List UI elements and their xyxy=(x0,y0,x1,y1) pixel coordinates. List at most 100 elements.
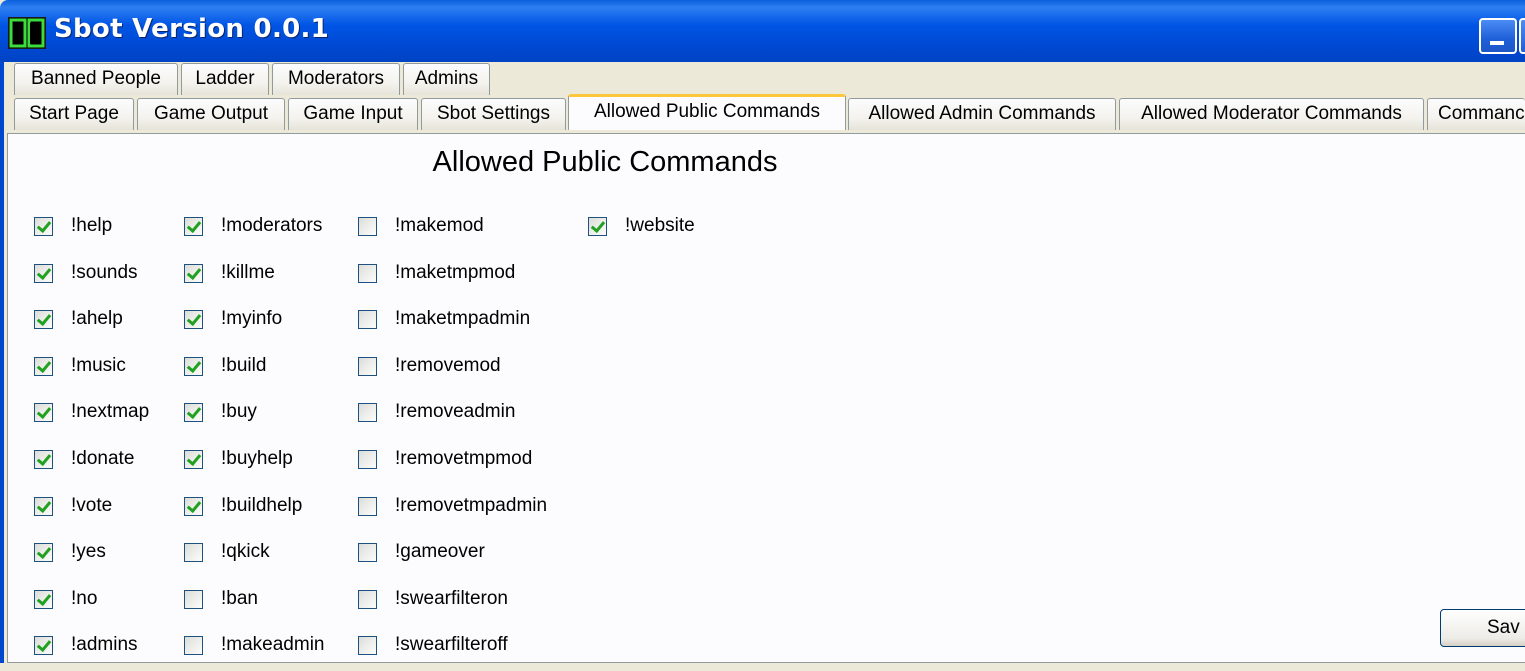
command-checkbox-item[interactable]: !makeadmin xyxy=(184,632,325,658)
tab-allowed-admin-commands[interactable]: Allowed Admin Commands xyxy=(848,98,1116,130)
checkbox-unchecked[interactable] xyxy=(358,635,377,655)
command-checkbox-item[interactable]: !nextmap xyxy=(34,399,149,425)
checkbox-label: !moderators xyxy=(221,215,323,236)
tab-label: Sbot Settings xyxy=(436,103,551,124)
checkbox-label: !build xyxy=(221,355,267,376)
tab-allowed-moderator-commands[interactable]: Allowed Moderator Commands xyxy=(1119,98,1424,130)
command-checkbox-item[interactable]: !maketmpmod xyxy=(358,260,515,286)
command-checkbox-item[interactable]: !myinfo xyxy=(184,306,282,332)
command-checkbox-item[interactable]: !no xyxy=(34,586,97,612)
app-logo-icon xyxy=(8,17,46,49)
tab-label: Banned People xyxy=(31,68,161,89)
tab-label: Allowed Public Commands xyxy=(594,101,820,122)
checkbox-label: !gameover xyxy=(395,541,485,562)
checkbox-label: !help xyxy=(71,215,113,236)
checkbox-unchecked[interactable] xyxy=(358,542,377,562)
command-checkbox-item[interactable]: !removeadmin xyxy=(358,399,515,425)
checkbox-label: !removetmpadmin xyxy=(395,495,548,516)
checkbox-checked[interactable] xyxy=(184,496,203,516)
command-checkbox-item[interactable]: !donate xyxy=(34,446,134,472)
tab-allowed-public-commands[interactable]: Allowed Public Commands xyxy=(568,94,846,130)
checkbox-label: !removemod xyxy=(395,355,501,376)
panel-title: Allowed Public Commands xyxy=(432,146,778,178)
checkbox-checked[interactable] xyxy=(34,402,53,422)
tab-game-output[interactable]: Game Output xyxy=(137,98,285,130)
command-checkbox-item[interactable]: !qkick xyxy=(184,539,270,565)
checkbox-checked[interactable] xyxy=(34,635,53,655)
tab-label: Allowed Moderator Commands xyxy=(1141,103,1402,124)
checkbox-unchecked[interactable] xyxy=(358,589,377,609)
checkbox-label: !donate xyxy=(71,448,135,469)
command-checkbox-item[interactable]: !website xyxy=(588,213,695,239)
window-bottom-border xyxy=(0,663,1525,671)
checkbox-unchecked[interactable] xyxy=(358,496,377,516)
checkbox-unchecked[interactable] xyxy=(358,263,377,283)
command-checkbox-item[interactable]: !removemod xyxy=(358,353,501,379)
checkbox-checked[interactable] xyxy=(34,449,53,469)
checkbox-checked[interactable] xyxy=(184,356,203,376)
tab-label: Commanc xyxy=(1438,103,1525,124)
checkbox-checked[interactable] xyxy=(588,216,607,236)
checkbox-checked[interactable] xyxy=(184,216,203,236)
command-checkbox-item[interactable]: !yes xyxy=(34,539,106,565)
checkbox-checked[interactable] xyxy=(34,263,53,283)
command-checkbox-item[interactable]: !sounds xyxy=(34,260,138,286)
checkbox-unchecked[interactable] xyxy=(358,356,377,376)
tab-label: Game Output xyxy=(153,103,269,124)
checkbox-unchecked[interactable] xyxy=(358,309,377,329)
tab-banned-people[interactable]: Banned People xyxy=(14,63,178,95)
command-checkbox-item[interactable]: !buyhelp xyxy=(184,446,293,472)
save-button[interactable]: Sav xyxy=(1440,609,1525,647)
command-checkbox-item[interactable]: !vote xyxy=(34,493,112,519)
tab-commands[interactable]: Commanc xyxy=(1427,98,1525,130)
command-checkbox-item[interactable]: !makemod xyxy=(358,213,484,239)
checkbox-checked[interactable] xyxy=(184,309,203,329)
command-checkbox-item[interactable]: !gameover xyxy=(358,539,485,565)
checkbox-checked[interactable] xyxy=(34,542,53,562)
command-checkbox-item[interactable]: !build xyxy=(184,353,266,379)
checkbox-checked[interactable] xyxy=(34,216,53,236)
checkbox-checked[interactable] xyxy=(34,589,53,609)
minimize-button[interactable] xyxy=(1479,18,1517,54)
checkbox-checked[interactable] xyxy=(184,402,203,422)
command-checkbox-item[interactable]: !buy xyxy=(184,399,257,425)
command-checkbox-item[interactable]: !music xyxy=(34,353,126,379)
maximize-button[interactable] xyxy=(1519,18,1525,54)
command-checkbox-item[interactable]: !swearfilteroff xyxy=(358,632,508,658)
checkbox-unchecked[interactable] xyxy=(184,542,203,562)
tab-start-page[interactable]: Start Page xyxy=(14,98,134,130)
command-checkbox-item[interactable]: !ahelp xyxy=(34,306,123,332)
command-checkbox-item[interactable]: !buildhelp xyxy=(184,493,302,519)
tab-admins[interactable]: Admins xyxy=(403,63,490,95)
checkbox-label: !music xyxy=(71,355,126,376)
command-checkbox-item[interactable]: !help xyxy=(34,213,112,239)
command-checkbox-item[interactable]: !admins xyxy=(34,632,138,658)
window-title: Sbot Version 0.0.1 xyxy=(54,14,330,44)
checkbox-checked[interactable] xyxy=(184,263,203,283)
title-bar[interactable]: Sbot Version 0.0.1 xyxy=(0,0,1525,62)
command-checkbox-item[interactable]: !removetmpmod xyxy=(358,446,532,472)
checkbox-checked[interactable] xyxy=(34,496,53,516)
command-checkbox-item[interactable]: !maketmpadmin xyxy=(358,306,530,332)
checkbox-checked[interactable] xyxy=(34,356,53,376)
command-checkbox-item[interactable]: !swearfilteron xyxy=(358,586,508,612)
tab-label: Start Page xyxy=(29,103,119,124)
tab-moderators[interactable]: Moderators xyxy=(272,63,400,95)
checkbox-label: !ahelp xyxy=(71,308,123,329)
checkbox-checked[interactable] xyxy=(34,309,53,329)
tab-ladder[interactable]: Ladder xyxy=(181,63,269,95)
checkbox-unchecked[interactable] xyxy=(184,635,203,655)
checkbox-unchecked[interactable] xyxy=(358,449,377,469)
tab-sbot-settings[interactable]: Sbot Settings xyxy=(421,98,566,130)
checkbox-unchecked[interactable] xyxy=(358,216,377,236)
checkbox-label: !qkick xyxy=(221,541,270,562)
checkbox-unchecked[interactable] xyxy=(184,589,203,609)
command-checkbox-item[interactable]: !removetmpadmin xyxy=(358,493,547,519)
tab-label: Admins xyxy=(414,68,479,89)
command-checkbox-item[interactable]: !killme xyxy=(184,260,275,286)
checkbox-checked[interactable] xyxy=(184,449,203,469)
command-checkbox-item[interactable]: !moderators xyxy=(184,213,322,239)
tab-game-input[interactable]: Game Input xyxy=(288,98,418,130)
command-checkbox-item[interactable]: !ban xyxy=(184,586,258,612)
checkbox-unchecked[interactable] xyxy=(358,402,377,422)
